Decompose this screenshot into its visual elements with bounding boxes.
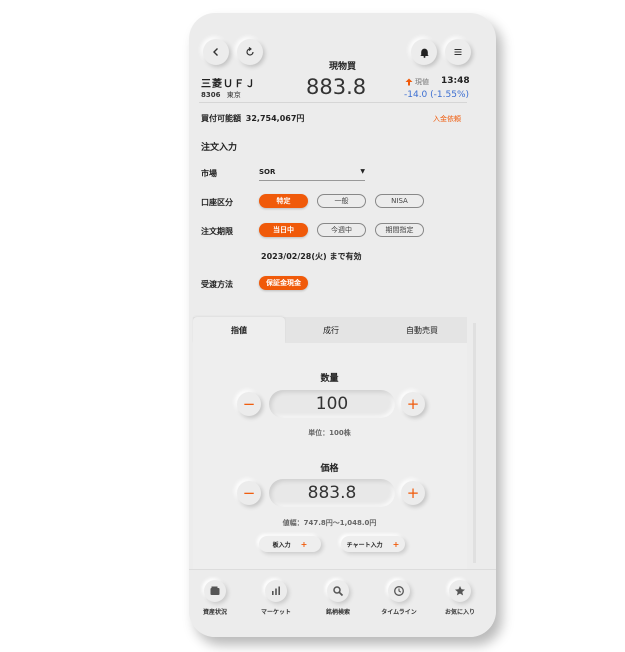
- current-price: 883.8: [306, 75, 367, 99]
- chevron-left-icon: [213, 48, 218, 56]
- plus-icon: +: [392, 539, 400, 549]
- tab-market[interactable]: 成行: [285, 317, 377, 343]
- clock-icon: [388, 580, 410, 602]
- refresh-icon: [246, 47, 254, 56]
- market-select[interactable]: SOR ▼: [259, 168, 365, 181]
- nav-item-search[interactable]: 銘柄検索: [308, 580, 368, 616]
- stock-code-row: 8306 東京: [201, 90, 241, 100]
- deposit-request-link[interactable]: 入金依頼: [433, 114, 461, 124]
- tab-limit[interactable]: 指値: [193, 317, 285, 343]
- stock-code: 8306: [201, 91, 221, 99]
- market-value: SOR: [259, 168, 276, 176]
- tab-auto-trade[interactable]: 自動売買: [377, 317, 467, 343]
- market-label: 市場: [201, 169, 217, 178]
- nav-item-favorites[interactable]: お気に入り: [430, 580, 490, 616]
- price-time: 13:48: [441, 76, 470, 86]
- star-icon: [449, 580, 471, 602]
- account-type-tokutei[interactable]: 特定: [259, 194, 308, 208]
- nav-item-market[interactable]: マーケット: [246, 580, 306, 616]
- menu-icon: [454, 48, 462, 56]
- caret-down-icon: ▼: [360, 168, 365, 175]
- nav-label-assets: 資産状況: [202, 609, 227, 616]
- quantity-decrement-button[interactable]: −: [237, 392, 261, 416]
- scrollbar[interactable]: [473, 323, 476, 563]
- price-type-label: 現値: [415, 78, 429, 86]
- account-type-ippan[interactable]: 一般: [317, 194, 366, 208]
- search-icon: [327, 580, 349, 602]
- quantity-unit-hint: 単位：100株: [308, 429, 351, 437]
- nav-label-timeline: タイムライン: [381, 609, 417, 616]
- nav-label-search: 銘柄検索: [325, 609, 350, 616]
- price-change: -14.0 (-1.55%): [404, 90, 470, 100]
- period-label: 注文期限: [201, 227, 233, 236]
- price-type: 現値: [405, 77, 429, 87]
- settlement-label: 受渡方法: [201, 280, 233, 289]
- board-input-button[interactable]: 板入力 +: [259, 536, 321, 552]
- order-section-title: 注文入力: [201, 143, 238, 153]
- buying-power-value: 32,754,067円: [245, 114, 305, 123]
- nav-item-assets[interactable]: 資産状況: [189, 580, 245, 616]
- board-input-label: 板入力: [272, 541, 291, 549]
- settlement-margin-cash[interactable]: 保証金現金: [259, 276, 308, 290]
- quantity-increment-button[interactable]: +: [401, 392, 425, 416]
- bar-chart-icon: [265, 580, 287, 602]
- notification-button[interactable]: [411, 39, 437, 65]
- quantity-input[interactable]: 100: [269, 390, 395, 418]
- phone-frame: 現物買 三菱ＵＦＪ 8306 東京 883.8 現値 13:48 -14.0 (…: [189, 13, 496, 637]
- divider: [199, 102, 467, 103]
- plus-icon: +: [300, 539, 308, 549]
- wallet-icon: [204, 580, 226, 602]
- account-type-label: 口座区分: [201, 198, 233, 207]
- price-label: 価格: [320, 464, 339, 474]
- buying-power: 買付可能額 32,754,067円: [201, 113, 304, 124]
- price-increment-button[interactable]: +: [401, 481, 425, 505]
- exchange-name: 東京: [226, 91, 241, 99]
- chart-input-button[interactable]: チャート入力 +: [341, 536, 405, 552]
- period-this-week[interactable]: 今週中: [317, 223, 366, 237]
- account-type-nisa[interactable]: NISA: [375, 194, 424, 208]
- nav-label-favorites: お気に入り: [444, 609, 475, 616]
- period-custom[interactable]: 期間指定: [375, 223, 424, 237]
- buying-power-label: 買付可能額: [201, 114, 241, 123]
- valid-until: 2023/02/28(火) まで有効: [261, 252, 362, 261]
- bottom-nav: 資産状況 マーケット 銘柄検索 タイムライン お気に入り: [189, 569, 496, 637]
- nav-item-timeline[interactable]: タイムライン: [369, 580, 429, 616]
- quantity-label: 数量: [320, 374, 339, 384]
- stock-name: 三菱ＵＦＪ: [201, 79, 256, 90]
- price-range-hint: 値幅：747.8円〜1,048.0円: [282, 519, 377, 527]
- period-today[interactable]: 当日中: [259, 223, 308, 237]
- price-input[interactable]: 883.8: [269, 479, 395, 507]
- price-decrement-button[interactable]: −: [237, 481, 261, 505]
- menu-button[interactable]: [445, 39, 471, 65]
- bell-icon: [419, 48, 429, 58]
- arrow-up-icon: [405, 78, 413, 86]
- nav-label-market: マーケット: [260, 609, 291, 616]
- chart-input-label: チャート入力: [346, 541, 383, 549]
